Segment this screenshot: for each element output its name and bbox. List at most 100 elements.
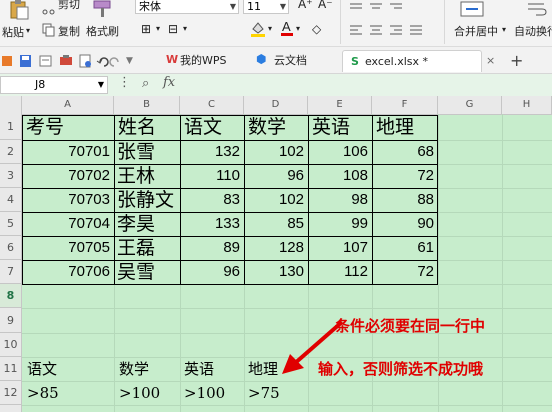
shrink-font-icon[interactable]: A⁻ <box>318 0 333 11</box>
column-header-c[interactable]: C <box>180 96 244 114</box>
row-header-5[interactable]: 5 <box>0 212 22 236</box>
table-cell[interactable]: 72 <box>372 164 434 188</box>
table-cell[interactable]: 89 <box>180 236 240 260</box>
wrap-text-button[interactable]: 自动换行 <box>514 23 552 39</box>
table-cell[interactable]: 128 <box>244 236 304 260</box>
copy-icon[interactable] <box>42 22 56 37</box>
column-header-e[interactable]: E <box>308 96 372 114</box>
fx-button[interactable]: fx <box>163 75 175 90</box>
table-cell[interactable]: 110 <box>180 164 240 188</box>
fill-color-icon[interactable] <box>250 20 266 38</box>
row-header-10[interactable]: 10 <box>0 333 22 357</box>
font-color-icon[interactable]: A <box>280 18 294 38</box>
scissors-icon[interactable] <box>42 0 56 15</box>
chevron-down-icon[interactable]: ▾ <box>296 24 300 33</box>
table-cell[interactable]: 106 <box>308 140 368 164</box>
table-cell[interactable]: 90 <box>372 212 434 236</box>
table-cell[interactable]: 王磊 <box>117 236 155 260</box>
wrap-text-icon[interactable] <box>526 0 548 18</box>
row-header-6[interactable]: 6 <box>0 236 22 260</box>
table-cell[interactable]: 吴雪 <box>117 260 155 284</box>
tab-excel-file[interactable]: Sexcel.xlsx * <box>342 50 482 72</box>
column-header-h[interactable]: H <box>502 96 552 114</box>
paste-icon[interactable] <box>8 0 30 20</box>
table-cell[interactable]: 96 <box>244 164 304 188</box>
table-cell[interactable]: 107 <box>308 236 368 260</box>
criteria-value-cell[interactable]: >85 <box>27 382 59 404</box>
merge-center-button[interactable]: 合并居中 <box>454 23 498 39</box>
close-tab-icon[interactable]: × <box>486 50 495 72</box>
tab-cloud-docs[interactable]: 云文档 <box>274 50 307 72</box>
table-cell[interactable]: 李昊 <box>117 212 155 236</box>
table-cell[interactable]: 张静文 <box>117 188 174 212</box>
column-header-g[interactable]: G <box>438 96 502 114</box>
column-header-b[interactable]: B <box>114 96 180 114</box>
chevron-down-icon[interactable]: ▾ <box>502 25 506 34</box>
criteria-value-cell[interactable]: >100 <box>184 382 225 404</box>
table-header-cell[interactable]: 语文 <box>184 115 222 139</box>
table-cell[interactable]: 61 <box>372 236 434 260</box>
row-header-1[interactable]: 1 <box>0 114 22 140</box>
row-header-4[interactable]: 4 <box>0 188 22 212</box>
criteria-header-cell[interactable]: 英语 <box>184 358 214 380</box>
table-cell[interactable]: 98 <box>308 188 368 212</box>
merge-cells-icon[interactable]: ⊟ <box>168 22 178 36</box>
table-cell[interactable]: 张雪 <box>117 140 155 164</box>
align-horizontal-icons[interactable] <box>348 22 428 36</box>
criteria-value-cell[interactable]: >75 <box>248 382 280 404</box>
table-cell[interactable]: 70702 <box>22 164 110 188</box>
table-cell[interactable]: 70705 <box>22 236 110 260</box>
column-header-d[interactable]: D <box>244 96 308 114</box>
table-header-cell[interactable]: 地理 <box>376 115 414 139</box>
formula-input[interactable] <box>186 76 552 94</box>
row-header-3[interactable]: 3 <box>0 164 22 188</box>
new-tab-icon[interactable]: + <box>510 50 523 72</box>
criteria-header-cell[interactable]: 语文 <box>27 358 57 380</box>
chevron-down-icon[interactable]: ▾ <box>156 24 160 33</box>
row-header-8[interactable]: 8 <box>0 284 22 308</box>
column-header-a[interactable]: A <box>22 96 114 114</box>
tab-my-wps[interactable]: 我的WPS <box>180 50 227 72</box>
table-cell[interactable]: 85 <box>244 212 304 236</box>
row-header-12[interactable]: 12 <box>0 381 22 405</box>
paste-dropdown-icon[interactable]: ▾ <box>26 26 30 35</box>
table-cell[interactable]: 70703 <box>22 188 110 212</box>
merge-center-icon[interactable] <box>460 0 484 18</box>
criteria-header-cell[interactable]: 数学 <box>119 358 149 380</box>
table-cell[interactable]: 70701 <box>22 140 110 164</box>
table-cell[interactable]: 130 <box>244 260 304 284</box>
table-cell[interactable]: 102 <box>244 140 304 164</box>
chevron-down-icon[interactable]: ▾ <box>268 24 272 33</box>
row-header-2[interactable]: 2 <box>0 140 22 164</box>
font-name-select[interactable]: 宋体 ▼ <box>135 0 239 14</box>
table-cell[interactable]: 王林 <box>117 164 155 188</box>
table-cell[interactable]: 88 <box>372 188 434 212</box>
table-cell[interactable]: 108 <box>308 164 368 188</box>
table-header-cell[interactable]: 姓名 <box>118 115 156 139</box>
table-cell[interactable]: 96 <box>180 260 240 284</box>
table-header-cell[interactable]: 考号 <box>26 115 64 139</box>
clear-format-icon[interactable]: ◇ <box>312 22 321 36</box>
table-cell[interactable]: 132 <box>180 140 240 164</box>
format-painter-button[interactable]: 格式刷 <box>86 23 119 39</box>
table-cell[interactable]: 72 <box>372 260 434 284</box>
paste-button[interactable]: 粘贴 <box>2 24 24 40</box>
align-top-icons[interactable] <box>348 0 408 14</box>
table-cell[interactable]: 68 <box>372 140 434 164</box>
copy-button[interactable]: 复制 <box>58 23 80 39</box>
name-box[interactable]: J8 ▼ <box>0 76 108 94</box>
borders-icon[interactable]: ⊞ <box>141 22 151 36</box>
customize-quick-access-icon[interactable]: ▼ <box>126 50 133 72</box>
table-cell[interactable]: 133 <box>180 212 240 236</box>
criteria-value-cell[interactable]: >100 <box>119 382 160 404</box>
table-cell[interactable]: 83 <box>180 188 240 212</box>
table-cell[interactable]: 70706 <box>22 260 110 284</box>
cut-button[interactable]: 剪切 <box>58 0 80 12</box>
row-header-7[interactable]: 7 <box>0 260 22 284</box>
select-all-corner[interactable] <box>0 96 22 114</box>
criteria-header-cell[interactable]: 地理 <box>248 358 278 380</box>
table-cell[interactable]: 99 <box>308 212 368 236</box>
row-header-9[interactable]: 9 <box>0 308 22 333</box>
format-painter-icon[interactable] <box>92 0 114 18</box>
table-cell[interactable]: 112 <box>308 260 368 284</box>
